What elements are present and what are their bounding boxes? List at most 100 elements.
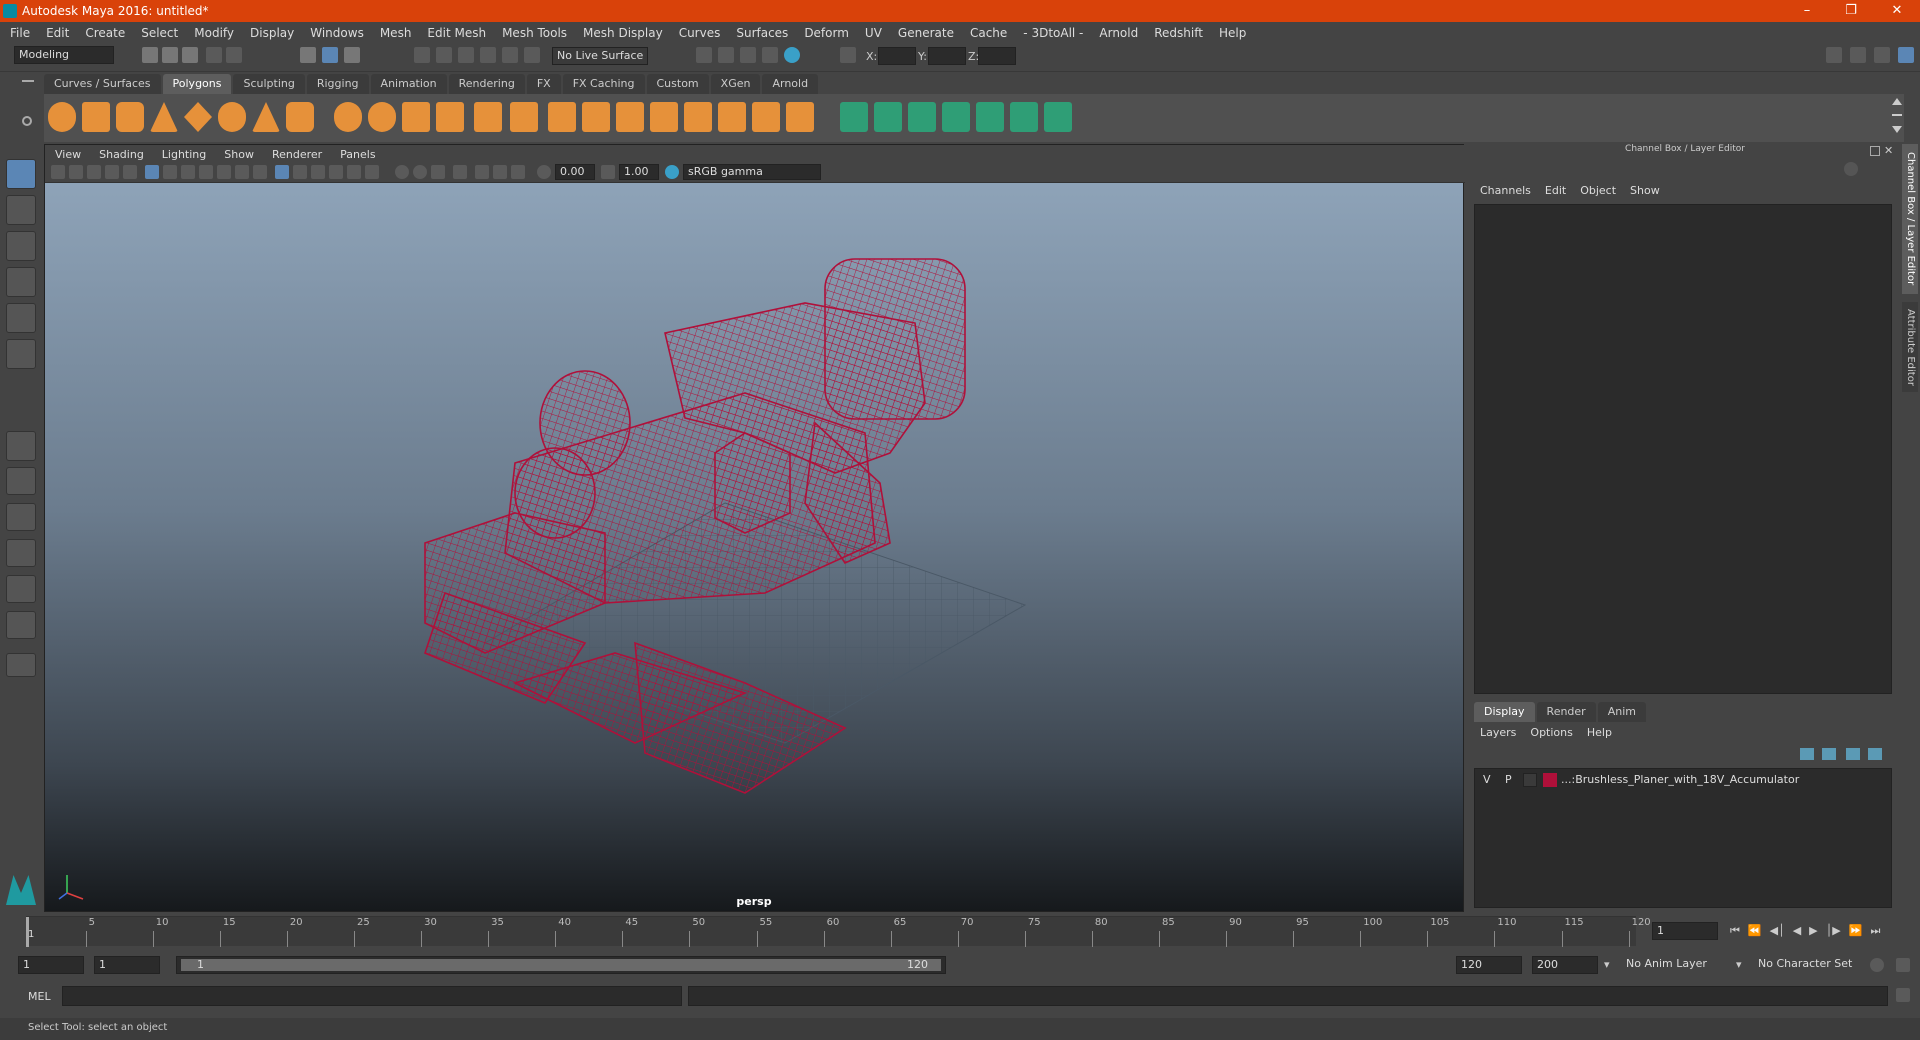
viewport-scene[interactable]: persp — [45, 183, 1463, 911]
shelf-tab-fx[interactable]: FX — [526, 74, 561, 94]
poly-sphere-icon[interactable] — [48, 102, 76, 132]
character-set-dropdown-arrow-icon[interactable]: ▾ — [1736, 958, 1742, 971]
script-editor-icon[interactable] — [1896, 988, 1910, 1002]
poly-pyramid-icon[interactable] — [252, 102, 280, 132]
float-panel-icon[interactable] — [1870, 146, 1880, 156]
select-hierarchy-icon[interactable] — [300, 47, 316, 63]
planer-wireframe-model[interactable] — [424, 258, 966, 794]
menu-display[interactable]: Display — [250, 26, 294, 40]
anim-layer-dropdown[interactable]: No Anim Layer — [1622, 956, 1732, 974]
gate-mask-icon[interactable] — [199, 165, 213, 179]
snap-point-icon[interactable] — [458, 47, 474, 63]
shelf-tab-fx-caching[interactable]: FX Caching — [562, 74, 645, 94]
layer-move-up-icon[interactable] — [1800, 748, 1814, 760]
snap-view-icon[interactable] — [480, 47, 496, 63]
menu-windows[interactable]: Windows — [310, 26, 364, 40]
side-tab-channel-box[interactable]: Channel Box / Layer Editor — [1902, 144, 1918, 294]
layer-visibility-toggle[interactable]: V — [1483, 773, 1491, 786]
character-set-dropdown[interactable]: No Character Set — [1754, 956, 1864, 974]
shelf-menu-icon[interactable] — [22, 80, 34, 82]
color-management-icon[interactable] — [665, 165, 679, 179]
extract-icon[interactable] — [402, 102, 430, 132]
snap-pivot-icon[interactable] — [524, 47, 540, 63]
select-component-icon[interactable] — [344, 47, 360, 63]
render-view-icon[interactable] — [696, 47, 712, 63]
xray-joints-icon[interactable] — [475, 165, 489, 179]
node-editor-layout-icon[interactable] — [6, 611, 36, 639]
field-chart-icon[interactable] — [217, 165, 231, 179]
render-settings-icon[interactable] — [762, 47, 778, 63]
play-forwards-icon[interactable]: ▶ — [1809, 924, 1817, 938]
step-forward-frame-icon[interactable]: │▶ — [1826, 924, 1841, 938]
scale-tool-icon[interactable] — [6, 339, 36, 369]
vp-menu-show[interactable]: Show — [224, 148, 254, 161]
layer-menu-help[interactable]: Help — [1587, 726, 1612, 739]
anim-end-field[interactable]: 200 — [1532, 956, 1598, 974]
close-panel-icon[interactable]: ✕ — [1884, 144, 1893, 157]
vp-menu-panels[interactable]: Panels — [340, 148, 375, 161]
menu-mesh[interactable]: Mesh — [380, 26, 412, 40]
anim-layer-dropdown-arrow-icon[interactable]: ▾ — [1604, 958, 1610, 971]
mirror-icon[interactable] — [510, 102, 538, 132]
vp-menu-lighting[interactable]: Lighting — [162, 148, 206, 161]
snap-surface-icon[interactable] — [502, 47, 518, 63]
attribute-editor-toggle-icon[interactable] — [1850, 47, 1866, 63]
shelf-tab-sculpting[interactable]: Sculpting — [233, 74, 305, 94]
combine-icon[interactable] — [334, 102, 362, 132]
image-plane-icon[interactable] — [105, 165, 119, 179]
separate-icon[interactable] — [368, 102, 396, 132]
uv-checker-icon[interactable] — [1010, 102, 1038, 132]
lasso-tool-icon[interactable] — [6, 195, 36, 225]
shadows-icon[interactable] — [395, 165, 409, 179]
go-to-end-icon[interactable]: ⏭ — [1870, 924, 1880, 938]
auto-key-icon[interactable] — [1870, 958, 1884, 972]
layer-move-down-icon[interactable] — [1822, 748, 1836, 760]
z-field[interactable] — [978, 47, 1016, 65]
undo-icon[interactable] — [206, 47, 222, 63]
poly-cylinder-icon[interactable] — [116, 102, 144, 132]
mode-dropdown[interactable]: Modeling — [14, 46, 114, 64]
exposure-icon[interactable] — [537, 165, 551, 179]
close-button[interactable]: ✕ — [1874, 0, 1920, 22]
outliner-layout-icon[interactable] — [6, 539, 36, 567]
shelf-scroll-mid-icon[interactable] — [1892, 114, 1902, 116]
target-weld-icon[interactable] — [752, 102, 780, 132]
shelf-tab-custom[interactable]: Custom — [646, 74, 709, 94]
layer-tab-anim[interactable]: Anim — [1597, 702, 1646, 722]
two-view-layout-icon[interactable] — [6, 503, 36, 531]
poly-cone-icon[interactable] — [150, 102, 178, 132]
restore-button[interactable]: ❐ — [1828, 0, 1874, 22]
layer-color-swatch[interactable] — [1543, 773, 1557, 787]
layer-menu-layers[interactable]: Layers — [1480, 726, 1516, 739]
layer-row[interactable]: V P ...:Brushless_Planer_with_18V_Accumu… — [1475, 771, 1891, 789]
camera-select-icon[interactable] — [51, 165, 65, 179]
xray-active-icon[interactable] — [493, 165, 507, 179]
layer-tab-display[interactable]: Display — [1474, 702, 1535, 722]
layer-playback-toggle[interactable]: P — [1505, 773, 1512, 786]
range-slider-handle[interactable] — [181, 959, 941, 971]
new-layer-icon[interactable] — [1846, 748, 1860, 760]
y-field[interactable] — [928, 47, 966, 65]
two-d-pan-icon[interactable] — [123, 165, 137, 179]
menu-3dtoall[interactable]: - 3DtoAll - — [1023, 26, 1083, 40]
playback-start-field[interactable]: 1 — [94, 956, 160, 974]
shelf-tab-xgen[interactable]: XGen — [710, 74, 761, 94]
resolution-gate-icon[interactable] — [181, 165, 195, 179]
render-current-icon[interactable] — [718, 47, 734, 63]
channel-box-toggle-icon[interactable] — [1898, 47, 1914, 63]
safe-action-icon[interactable] — [235, 165, 249, 179]
boolean-icon[interactable] — [474, 102, 502, 132]
lights-icon[interactable] — [365, 165, 379, 179]
menu-arnold[interactable]: Arnold — [1099, 26, 1138, 40]
wireframe-toggle-icon[interactable] — [275, 165, 289, 179]
vp-menu-shading[interactable]: Shading — [99, 148, 144, 161]
gamma-field[interactable]: 1.00 — [619, 164, 659, 180]
xray-icon[interactable] — [329, 165, 343, 179]
play-backwards-icon[interactable]: ◀ — [1793, 924, 1801, 938]
command-input[interactable] — [62, 986, 682, 1006]
menu-redshift[interactable]: Redshift — [1154, 26, 1203, 40]
poly-cube-icon[interactable] — [82, 102, 110, 132]
shelf-tab-polygons[interactable]: Polygons — [162, 74, 232, 94]
color-space-dropdown[interactable]: sRGB gamma — [683, 164, 821, 180]
cb-menu-channels[interactable]: Channels — [1480, 184, 1531, 197]
